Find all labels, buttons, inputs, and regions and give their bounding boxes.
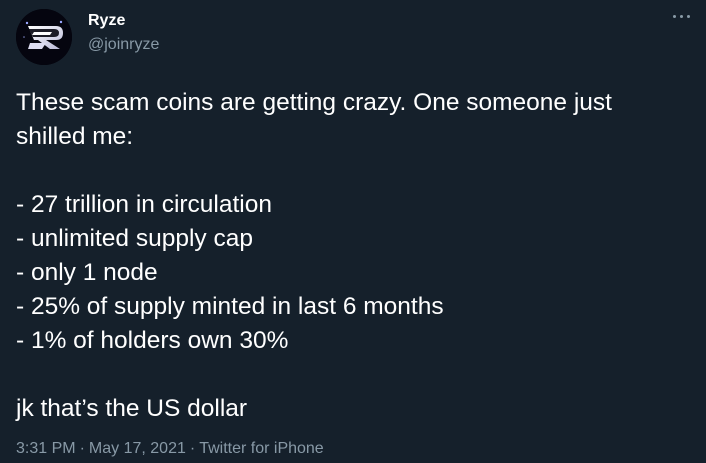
tweet-line: These scam coins are getting crazy. One … — [16, 89, 612, 116]
list-item: - 25% of supply minted in last 6 months — [16, 293, 444, 320]
more-dot — [680, 15, 683, 18]
tweet-card: Ryze @joinryze These scam coins are gett… — [0, 0, 706, 463]
ryze-logo-icon — [16, 9, 72, 65]
punchline: jk that’s the US dollar — [16, 395, 248, 422]
separator: · — [189, 440, 196, 457]
list-item: - only 1 node — [16, 259, 158, 286]
more-dot — [673, 15, 676, 18]
user-info: Ryze @joinryze — [88, 10, 159, 56]
tweet-date-link[interactable]: May 17, 2021 — [89, 440, 186, 457]
tweet-text: These scam coins are getting crazy. One … — [16, 86, 696, 426]
user-handle[interactable]: @joinryze — [88, 34, 159, 56]
list-item: - unlimited supply cap — [16, 225, 253, 252]
tweet-meta: 3:31 PM · May 17, 2021 · Twitter for iPhone — [16, 438, 324, 460]
display-name[interactable]: Ryze — [88, 10, 159, 32]
more-options-icon[interactable] — [670, 6, 694, 26]
more-dot — [687, 15, 690, 18]
avatar[interactable] — [16, 9, 72, 65]
tweet-time-link[interactable]: 3:31 PM — [16, 440, 76, 457]
list-item: - 27 trillion in circulation — [16, 191, 272, 218]
separator: · — [79, 440, 85, 457]
list-item: - 1% of holders own 30% — [16, 327, 289, 354]
tweet-line: shilled me: — [16, 123, 134, 150]
tweet-source-link[interactable]: Twitter for iPhone — [199, 440, 324, 457]
